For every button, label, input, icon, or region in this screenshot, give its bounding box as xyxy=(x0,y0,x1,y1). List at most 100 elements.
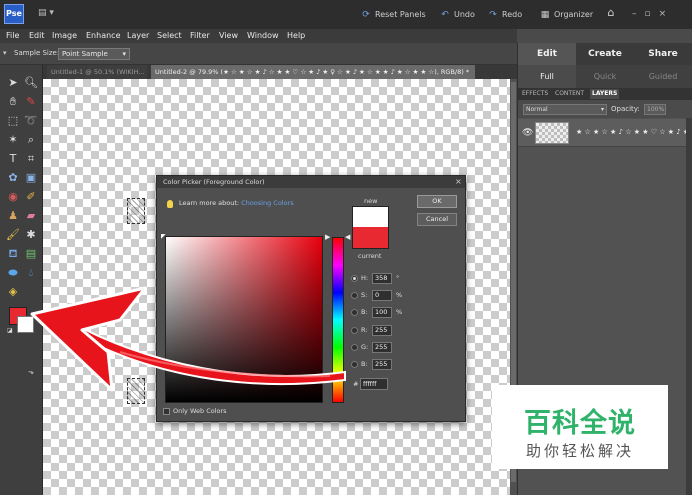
window-controls[interactable]: –▫× xyxy=(632,9,688,21)
mode-tabs: Edit Create Share xyxy=(518,43,692,65)
arrange-icon[interactable]: ▤ ▾ xyxy=(38,8,58,21)
home-icon[interactable]: ⌂ xyxy=(603,6,619,22)
shape-tool-icon[interactable]: ⬬ xyxy=(5,265,21,281)
sample-size-select[interactable]: Point Sample ▾ xyxy=(58,48,130,60)
healing-brush-tool-icon[interactable]: ✐ xyxy=(23,189,39,205)
toolbox: ➤ 🔍︎ ✋︎ ✎ ⬚ ➰ ✶ ⌕ T ⌗ ✿ ▣ ◉ ✐ ♟ ▰ 🖌︎ ✱ ⛾… xyxy=(0,65,43,495)
tab-quick[interactable]: Quick xyxy=(576,65,634,88)
tab-effects[interactable]: EFFECTS xyxy=(522,89,548,99)
tab-layers[interactable]: LAYERS xyxy=(590,89,620,99)
menu-file[interactable]: File xyxy=(6,30,19,42)
blend-mode-select[interactable]: Normal ▾ xyxy=(523,104,607,115)
hue-label: H: xyxy=(361,274,369,282)
default-colors-icon[interactable]: ◪ xyxy=(7,327,15,335)
tab-untitled-2[interactable]: Untitled-2 @ 79.9% (★ ☆ ★ ☆ ★ ♪ ☆ ★ ★ ♡ … xyxy=(151,65,475,79)
zoom-tool-icon[interactable]: 🔍︎ xyxy=(23,75,39,91)
redo-button[interactable]: ↷ Redo xyxy=(487,9,522,21)
straighten-tool-icon[interactable]: ▣ xyxy=(23,170,39,186)
magic-wand-tool-icon[interactable]: ✶ xyxy=(5,132,21,148)
menu-layer[interactable]: Layer xyxy=(127,30,149,42)
marquee-tool-icon[interactable]: ⬚ xyxy=(5,113,21,129)
saturation-input[interactable]: 0 xyxy=(372,290,392,301)
organizer-button[interactable]: ▦ Organizer xyxy=(539,9,593,21)
layer-row[interactable]: 👁︎ ★ ☆ ★ ☆ ★ ♪ ☆ ★ ★ ♡ ☆ ★ ♪ ★ ♀ ☆ xyxy=(518,119,692,147)
eye-icon[interactable]: 👁︎ xyxy=(522,128,533,138)
menu-view[interactable]: View xyxy=(219,30,238,42)
hue-input[interactable]: 358 xyxy=(372,273,392,284)
green-radio[interactable] xyxy=(351,344,358,351)
brightness-label: B: xyxy=(361,308,368,316)
tab-full[interactable]: Full xyxy=(518,65,576,88)
tool-preset-icon[interactable]: ▾ xyxy=(3,49,7,57)
eyedropper-tool-icon[interactable]: ✎ xyxy=(23,94,39,110)
blend-mode-value: Normal xyxy=(526,106,548,113)
only-web-colors-checkbox[interactable] xyxy=(163,408,170,415)
menu-select[interactable]: Select xyxy=(157,30,182,42)
hue-slider-right-arrow[interactable]: ◀ xyxy=(345,233,350,241)
panel-tabs: EFFECTS CONTENT LAYERS xyxy=(518,88,692,100)
menu-help[interactable]: Help xyxy=(287,30,305,42)
quick-selection-tool-icon[interactable]: ⌕ xyxy=(23,132,39,148)
red-eye-tool-icon[interactable]: ◉ xyxy=(5,189,21,205)
swap-colors-icon[interactable]: ⬎ xyxy=(28,368,38,378)
red-label: R: xyxy=(361,326,368,334)
tab-untitled-1[interactable]: Untitled-1 @ 50.1% (WIKIH... xyxy=(47,65,147,79)
paint-bucket-tool-icon[interactable]: ⛾ xyxy=(5,246,21,262)
tab-share[interactable]: Share xyxy=(634,43,692,65)
green-input[interactable]: 255 xyxy=(372,342,392,353)
menu-filter[interactable]: Filter xyxy=(190,30,210,42)
menu-enhance[interactable]: Enhance xyxy=(86,30,121,42)
crop-tool-icon[interactable]: ⌗ xyxy=(23,151,39,167)
sponge-tool-icon[interactable]: ◈ xyxy=(5,284,21,300)
tab-edit[interactable]: Edit xyxy=(518,43,576,65)
gradient-tool-icon[interactable]: ▤ xyxy=(23,246,39,262)
only-web-colors-label: Only Web Colors xyxy=(173,407,227,415)
hand-tool-icon[interactable]: ✋︎ xyxy=(5,94,21,110)
blue-input[interactable]: 255 xyxy=(372,359,392,370)
brush-tool-icon[interactable]: 🖌︎ xyxy=(5,227,21,243)
reset-panels-button[interactable]: ⟳ Reset Panels xyxy=(360,9,425,21)
type-tool-icon[interactable]: T xyxy=(5,151,21,167)
red-input[interactable]: 255 xyxy=(372,325,392,336)
opacity-label: Opacity: xyxy=(611,105,640,113)
saturation-radio[interactable] xyxy=(351,292,358,299)
layer-thumbnail xyxy=(535,122,569,144)
opacity-field[interactable]: 100% xyxy=(644,104,666,115)
undo-button[interactable]: ↶ Undo xyxy=(439,9,475,21)
menu-window[interactable]: Window xyxy=(247,30,279,42)
clone-stamp-tool-icon[interactable]: ♟ xyxy=(5,208,21,224)
choosing-colors-link[interactable]: Choosing Colors xyxy=(241,199,293,207)
hue-unit: ° xyxy=(396,274,400,282)
layers-scrollbar[interactable] xyxy=(686,118,692,495)
cancel-button[interactable]: Cancel xyxy=(417,213,457,226)
cookie-cutter-tool-icon[interactable]: ✿ xyxy=(5,170,21,186)
hue-slider[interactable] xyxy=(332,237,344,403)
brightness-radio[interactable] xyxy=(351,309,358,316)
smart-brush-tool-icon[interactable]: ✱ xyxy=(23,227,39,243)
move-tool-icon[interactable]: ➤ xyxy=(5,75,21,91)
hue-slider-left-arrow[interactable]: ▶ xyxy=(325,233,330,241)
blue-radio[interactable] xyxy=(351,361,358,368)
hex-input[interactable]: ffffff xyxy=(360,378,388,390)
background-color-swatch[interactable] xyxy=(17,316,34,333)
lasso-tool-icon[interactable]: ➰ xyxy=(23,113,39,129)
new-color-label: new xyxy=(364,197,378,205)
color-field-marker[interactable]: ◤ xyxy=(161,233,167,240)
menu-edit[interactable]: Edit xyxy=(29,30,45,42)
saturation-brightness-field[interactable] xyxy=(165,236,323,403)
tab-content[interactable]: CONTENT xyxy=(555,89,584,99)
eraser-tool-icon[interactable]: ▰ xyxy=(23,208,39,224)
lightbulb-icon xyxy=(167,200,173,208)
sample-size-value: Point Sample xyxy=(62,50,108,58)
hue-radio[interactable] xyxy=(351,275,358,282)
blur-tool-icon[interactable]: 💧︎ xyxy=(23,265,39,281)
tab-guided[interactable]: Guided xyxy=(634,65,692,88)
learn-more-label: Learn more about: Choosing Colors xyxy=(179,199,294,207)
menu-image[interactable]: Image xyxy=(52,30,77,42)
brightness-input[interactable]: 100 xyxy=(372,307,392,318)
tab-create[interactable]: Create xyxy=(576,43,634,65)
close-icon[interactable]: × xyxy=(455,176,462,188)
red-radio[interactable] xyxy=(351,327,358,334)
ok-button[interactable]: OK xyxy=(417,195,457,208)
current-color-swatch[interactable] xyxy=(352,227,389,249)
